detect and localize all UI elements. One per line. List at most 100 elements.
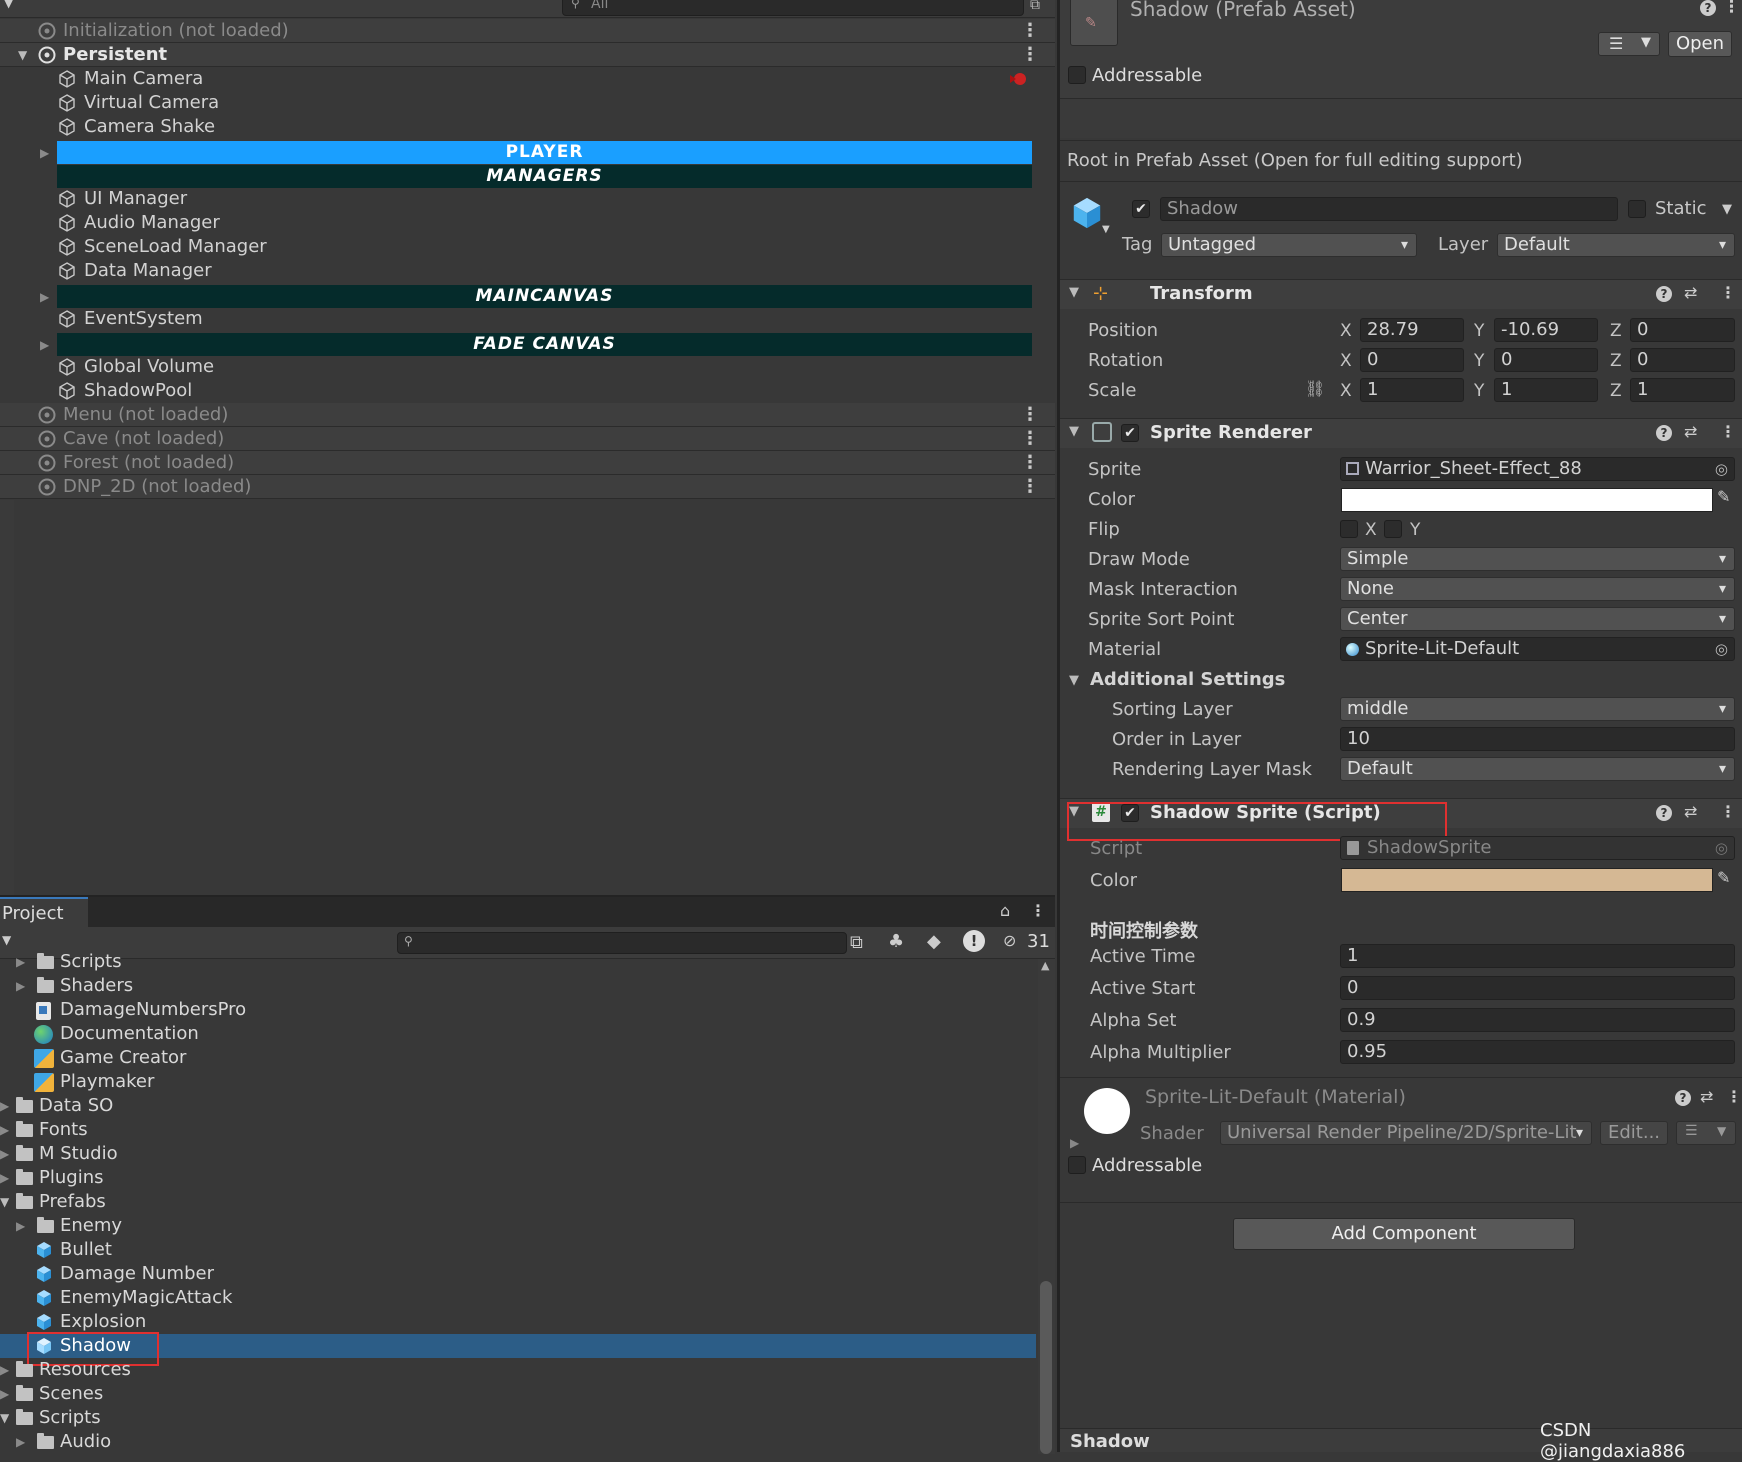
list-item[interactable]: ▼ Prefabs [0,1190,1035,1214]
more-icon[interactable]: ⋮ [1726,1087,1742,1106]
more-icon[interactable]: ⋮ [1021,451,1039,475]
presets-icon[interactable]: ⇄ [1700,1087,1713,1106]
scene-row[interactable]: Initialization (not loaded) ⋮ [0,19,1055,43]
static-checkbox[interactable] [1628,200,1646,218]
expand-arrow-icon[interactable]: ▼ [18,43,27,67]
alpha-multiplier-field[interactable]: 0.95 [1340,1040,1735,1064]
expand-arrow-icon[interactable]: ▶ [16,974,25,998]
shader-options-dropdown[interactable]: ☰ ▼ [1676,1121,1736,1145]
help-icon[interactable]: ? [1656,805,1672,821]
color-swatch[interactable] [1341,488,1713,512]
scene-row[interactable]: ▼ Persistent ⋮ [0,43,1055,67]
mask-interaction-dropdown[interactable]: None [1340,577,1735,601]
rendering-layer-mask-dropdown[interactable]: Default [1340,757,1735,781]
list-item[interactable]: Documentation [0,1022,1035,1046]
scale-x-field[interactable]: 1 [1360,378,1464,402]
list-item[interactable]: ▶ Shaders [0,974,1035,998]
add-component-button[interactable]: Add Component [1233,1218,1575,1250]
filter-label-icon[interactable]: ◆ [927,931,941,952]
lock-icon[interactable]: ⌂ [1000,901,1010,920]
hierarchy-item[interactable]: Global Volume [0,355,1055,379]
collapse-arrow-icon[interactable]: ▼ [1069,673,1079,688]
list-item[interactable]: ▶ Fonts [0,1118,1035,1142]
scroll-up-icon[interactable]: ▲ [1041,959,1049,972]
sorting-layer-dropdown[interactable]: middle [1340,697,1735,721]
player-banner[interactable]: PLAYER [57,141,1032,164]
expand-arrow-icon[interactable]: ▶ [0,1118,9,1142]
help-icon[interactable]: ? [1675,1090,1691,1106]
scrollbar[interactable]: ▲ [1038,959,1055,1454]
rotation-y-field[interactable]: 0 [1494,348,1598,372]
warning-icon[interactable]: ! [963,930,985,952]
help-icon[interactable]: ? [1700,0,1716,16]
collapse-arrow-icon[interactable]: ▼ [1069,424,1079,439]
create-dropdown-icon[interactable]: ▼ [2,933,11,947]
hierarchy-item[interactable]: Data Manager [0,259,1055,283]
hierarchy-search-input[interactable]: ⚲ All [562,0,1024,16]
material-field[interactable]: Sprite-Lit-Default ◎ [1340,637,1735,661]
scene-row[interactable]: Forest (not loaded) ⋮ [0,451,1055,475]
help-icon[interactable]: ? [1656,286,1672,302]
expand-arrow-icon[interactable]: ▶ [0,1358,9,1382]
hierarchy-item[interactable]: ShadowPool [0,379,1055,403]
position-z-field[interactable]: 0 [1630,318,1735,342]
collapse-arrow-icon[interactable]: ▼ [0,1406,9,1430]
chevron-down-icon[interactable]: ▼ [1102,224,1110,235]
enabled-checkbox[interactable]: ✔ [1121,424,1139,442]
expand-arrow-icon[interactable]: ▶ [16,1214,25,1238]
hierarchy-item[interactable]: UI Manager [0,187,1055,211]
more-icon[interactable]: ⋮ [1030,901,1046,920]
more-icon[interactable]: ⋮ [1021,475,1039,499]
fade-canvas-banner[interactable]: FADE CANVAS [57,333,1032,356]
more-icon[interactable]: ⋮ [1021,43,1039,67]
position-y-field[interactable]: -10.69 [1494,318,1598,342]
expand-arrow-icon[interactable]: ▶ [1070,1136,1079,1150]
more-icon[interactable]: ⋮ [1720,283,1736,302]
scene-row[interactable]: Menu (not loaded) ⋮ [0,403,1055,427]
sprite-renderer-header[interactable]: ▼ ✔ Sprite Renderer ? ⇄ ⋮ [1060,418,1742,448]
draw-mode-dropdown[interactable]: Simple [1340,547,1735,571]
scene-row[interactable]: DNP_2D (not loaded) ⋮ [0,475,1055,499]
chevron-down-icon[interactable]: ▼ [1722,202,1732,217]
order-field[interactable]: 10 [1340,727,1735,751]
maincanvas-banner[interactable]: MAINCANVAS [57,285,1032,308]
expand-arrow-icon[interactable]: ▶ [40,146,49,160]
layer-dropdown[interactable]: Default [1497,233,1735,257]
dropdown-arrow-icon[interactable]: ▼ [4,0,13,10]
edit-shader-button[interactable]: Edit... [1600,1121,1668,1145]
more-icon[interactable]: ⋮ [1021,403,1039,427]
help-icon[interactable]: ? [1656,425,1672,441]
active-start-field[interactable]: 0 [1340,976,1735,1000]
expand-arrow-icon[interactable]: ▶ [40,338,49,352]
object-picker-icon[interactable]: ◎ [1715,638,1728,660]
rotation-x-field[interactable]: 0 [1360,348,1464,372]
scene-row[interactable]: Cave (not loaded) ⋮ [0,427,1055,451]
expand-arrow-icon[interactable]: ▶ [0,1094,9,1118]
tag-dropdown[interactable]: Untagged [1161,233,1417,257]
sort-point-dropdown[interactable]: Center [1340,607,1735,631]
sprite-field[interactable]: Warrior_Sheet-Effect_88 ◎ [1340,457,1735,481]
hierarchy-item[interactable]: Main Camera [0,67,1055,91]
prefab-options-dropdown[interactable]: ☰ ▼ [1598,32,1660,56]
addressable-checkbox[interactable] [1068,66,1086,84]
expand-arrow-icon[interactable]: ▶ [0,1382,9,1406]
list-item[interactable]: EnemyMagicAttack [0,1286,1035,1310]
list-item[interactable]: ▼ Scripts [0,1406,1035,1430]
list-item[interactable]: DamageNumbersPro [0,998,1035,1022]
list-item[interactable]: Playmaker [0,1070,1035,1094]
additional-settings-foldout[interactable]: Additional Settings [1090,669,1285,690]
list-item[interactable]: ▶ Scenes [0,1382,1035,1406]
list-item[interactable]: ▶ Resources [0,1358,1035,1382]
list-item[interactable]: Bullet [0,1238,1035,1262]
alpha-set-field[interactable]: 0.9 [1340,1008,1735,1032]
list-item[interactable]: ▶ Enemy [0,1214,1035,1238]
flip-x-checkbox[interactable] [1340,520,1358,538]
managers-banner[interactable]: MANAGERS [57,165,1032,188]
presets-icon[interactable]: ⇄ [1684,422,1697,441]
expand-arrow-icon[interactable]: ▶ [16,950,25,974]
hierarchy-item[interactable]: SceneLoad Manager [0,235,1055,259]
list-item[interactable]: Damage Number [0,1262,1035,1286]
shader-dropdown[interactable]: Universal Render Pipeline/2D/Sprite-Lit [1220,1121,1592,1145]
expand-arrow-icon[interactable]: ▶ [40,290,49,304]
presets-icon[interactable]: ⇄ [1684,802,1697,821]
